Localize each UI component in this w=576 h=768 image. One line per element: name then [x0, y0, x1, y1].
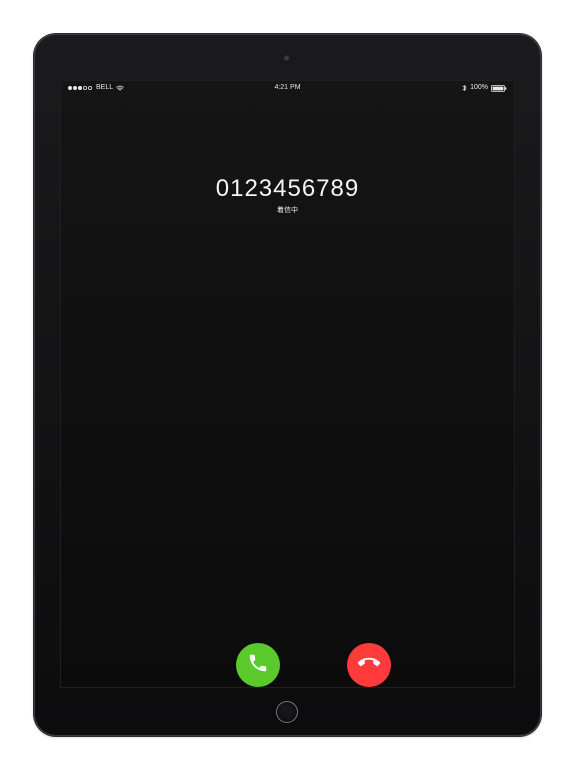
caller-number: 0123456789 — [215, 175, 360, 202]
home-button[interactable] — [276, 701, 298, 723]
accept-call-button[interactable] — [236, 643, 280, 687]
battery-percentage: 100% — [470, 84, 488, 91]
bluetooth-icon — [462, 84, 467, 92]
tablet-device: BELL 4:21 PM 100% 0123456789 着信中 — [34, 34, 541, 736]
phone-down-icon — [357, 652, 381, 679]
status-bar: BELL 4:21 PM 100% — [60, 80, 515, 96]
decline-call-button[interactable] — [347, 643, 391, 687]
phone-icon — [247, 652, 269, 679]
battery-icon — [491, 84, 507, 92]
front-camera — [283, 55, 291, 63]
incoming-call-screen: BELL 4:21 PM 100% 0123456789 着信中 — [60, 80, 515, 688]
status-time: 4:21 PM — [274, 84, 301, 91]
call-status: 着信中 — [277, 207, 298, 214]
status-right: 100% — [462, 80, 507, 96]
